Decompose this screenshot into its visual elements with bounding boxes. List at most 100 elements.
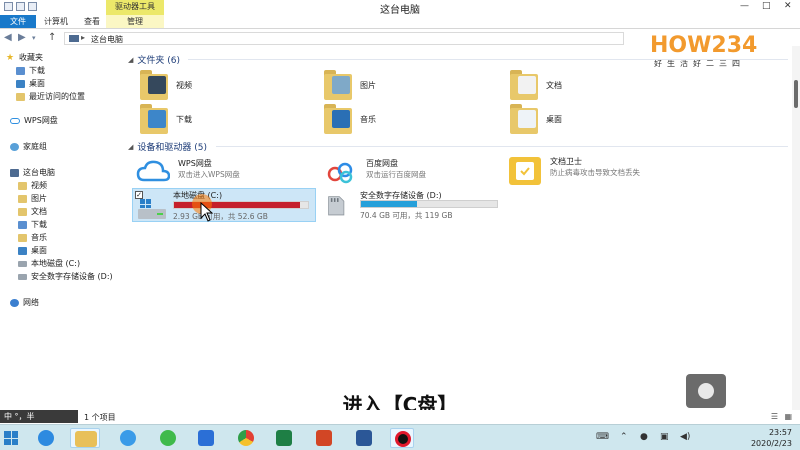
sidebar-item-thispc[interactable]: 这台电脑 <box>10 167 55 178</box>
music-folder-icon <box>324 104 352 134</box>
security-icon[interactable]: ● <box>640 432 648 442</box>
network-icon <box>10 298 19 307</box>
folder-downloads[interactable]: 下载 <box>140 104 192 134</box>
large-icons-view-icon[interactable]: ▦ <box>784 412 792 421</box>
sidebar-label: 视频 <box>31 181 47 190</box>
volume-icon[interactable]: ◀) <box>680 432 690 442</box>
sidebar-item-desktop-pc[interactable]: 桌面 <box>18 245 47 256</box>
folder-label: 图片 <box>360 80 376 90</box>
folder-music[interactable]: 音乐 <box>324 104 376 134</box>
capacity-fill <box>361 201 417 207</box>
tab-file[interactable]: 文件 <box>0 15 36 28</box>
recent-places-icon <box>16 92 25 101</box>
device-baidu[interactable]: 百度网盘 双击运行百度网盘 <box>324 158 504 188</box>
explorer-taskbar-button[interactable] <box>70 428 100 448</box>
sidebar-item-homegroup[interactable]: 家庭组 <box>10 141 47 152</box>
breadcrumb[interactable]: 这台电脑 <box>91 34 123 45</box>
sidebar-item-recent[interactable]: 最近访问的位置 <box>16 91 85 102</box>
keyboard-icon[interactable]: ⌨ <box>596 432 609 442</box>
sidebar-label: 文档 <box>31 207 47 216</box>
tab-computer[interactable]: 计算机 <box>44 15 68 28</box>
videos-folder-icon <box>18 181 27 190</box>
sidebar-item-downloads-pc[interactable]: 下载 <box>18 219 47 230</box>
hard-drive-icon <box>18 260 27 267</box>
address-field[interactable]: ▸ 这台电脑 <box>64 32 624 45</box>
back-icon[interactable]: ◀ <box>4 32 12 43</box>
network-tray-icon[interactable]: ▣ <box>660 432 669 442</box>
folder-videos[interactable]: 视频 <box>140 70 192 100</box>
title-bar: 驱动器工具 这台电脑 — □ ✕ <box>0 0 800 16</box>
device-name: WPS网盘 <box>178 159 212 168</box>
computer-icon <box>10 168 19 177</box>
baidu-taskbar-button[interactable] <box>116 428 140 448</box>
sidebar-item-pictures[interactable]: 图片 <box>18 193 47 204</box>
sidebar-item-drive-c[interactable]: 本地磁盘 (C:) <box>18 258 80 269</box>
homegroup-icon <box>10 142 19 151</box>
desktop-icon <box>16 79 25 88</box>
sidebar-label: 图片 <box>31 194 47 203</box>
powerpoint-taskbar-button[interactable] <box>312 428 336 448</box>
cloud-icon <box>10 117 20 124</box>
maximize-button[interactable]: □ <box>762 1 771 11</box>
vertical-scrollbar[interactable] <box>792 46 800 410</box>
clock-time: 23:57 <box>768 428 792 437</box>
baidu-netdisk-icon <box>120 430 136 446</box>
up-icon[interactable]: ↑ <box>48 32 56 43</box>
downloads-folder-icon <box>140 104 168 134</box>
ie-taskbar-button[interactable] <box>34 428 58 448</box>
sidebar-label: 本地磁盘 (C:) <box>31 259 81 268</box>
recorder-taskbar-button[interactable] <box>390 428 414 448</box>
tray-chevron-icon[interactable]: ⌃ <box>620 432 628 442</box>
pictures-folder-icon <box>324 70 352 100</box>
forward-icon[interactable]: ▶ <box>18 32 26 43</box>
sidebar-label: 网络 <box>23 298 39 307</box>
sidebar-item-wps[interactable]: WPS网盘 <box>10 115 58 126</box>
excel-taskbar-button[interactable] <box>272 428 296 448</box>
group-divider <box>188 59 788 60</box>
sidebar-item-network[interactable]: 网络 <box>10 297 39 308</box>
close-button[interactable]: ✕ <box>784 1 792 11</box>
scrollbar-thumb[interactable] <box>794 80 798 108</box>
chrome-taskbar-button[interactable] <box>234 428 258 448</box>
device-doc-guard[interactable]: 文档卫士 防止病毒攻击导致文档丢失 <box>508 156 708 188</box>
sidebar-item-desktop[interactable]: 桌面 <box>16 78 45 89</box>
sidebar-item-music[interactable]: 音乐 <box>18 232 47 243</box>
folder-label: 桌面 <box>546 114 562 124</box>
videos-folder-icon <box>140 70 168 100</box>
start-button[interactable] <box>4 431 18 445</box>
pictures-folder-icon <box>18 194 27 203</box>
group-title: 文件夹 (6) <box>137 56 181 66</box>
device-wps[interactable]: WPS网盘 双击进入WPS网盘 <box>136 158 316 188</box>
sidebar-item-drive-d[interactable]: 安全数字存储设备 (D:) <box>18 271 113 282</box>
chrome-icon <box>238 430 254 446</box>
edge-taskbar-button[interactable] <box>156 428 180 448</box>
device-description: 70.4 GB 可用，共 119 GB <box>360 211 453 220</box>
folder-desktop[interactable]: 桌面 <box>510 104 562 134</box>
sidebar-favorites[interactable]: ★ 收藏夹 <box>6 52 43 63</box>
file-explorer-icon <box>75 431 97 447</box>
minimize-button[interactable]: — <box>740 1 749 11</box>
sidebar-item-downloads[interactable]: 下载 <box>16 65 45 76</box>
wps-taskbar-button[interactable] <box>194 428 218 448</box>
folder-pictures[interactable]: 图片 <box>324 70 376 100</box>
taskbar-clock[interactable]: 23:57 2020/2/23 <box>751 427 792 449</box>
device-name: 百度网盘 <box>366 159 398 168</box>
word-taskbar-button[interactable] <box>352 428 376 448</box>
device-drive-d[interactable]: 安全数字存储设备 (D:) 70.4 GB 可用，共 119 GB <box>324 190 524 222</box>
device-drive-c[interactable]: ✓ 本地磁盘 (C:) 2.93 GB 可用，共 52.6 GB <box>132 188 316 222</box>
sidebar-item-videos[interactable]: 视频 <box>18 180 47 191</box>
folder-documents[interactable]: 文档 <box>510 70 562 100</box>
baidu-netdisk-icon <box>327 162 353 184</box>
devices-group-header[interactable]: ◢ 设备和驱动器 (5) <box>128 140 211 154</box>
ime-indicator[interactable]: 中 °，半 <box>0 410 78 423</box>
tab-view[interactable]: 查看 <box>84 15 100 28</box>
sidebar-item-documents[interactable]: 文档 <box>18 206 47 217</box>
status-bar: 中 °，半 1 个项目 ☰ ▦ <box>0 410 800 424</box>
sd-card-icon <box>328 196 345 216</box>
details-view-icon[interactable]: ☰ <box>771 412 778 421</box>
history-chevron-icon[interactable]: ▾ <box>32 34 36 42</box>
content-pane: ◢ 文件夹 (6) 视频 图片 文档 下载 音乐 桌面 ◢ 设备和驱动器 (5)… <box>124 46 792 410</box>
device-description: 2.93 GB 可用，共 52.6 GB <box>173 212 268 221</box>
tab-manage[interactable]: 管理 <box>106 15 164 28</box>
folders-group-header[interactable]: ◢ 文件夹 (6) <box>128 53 184 67</box>
